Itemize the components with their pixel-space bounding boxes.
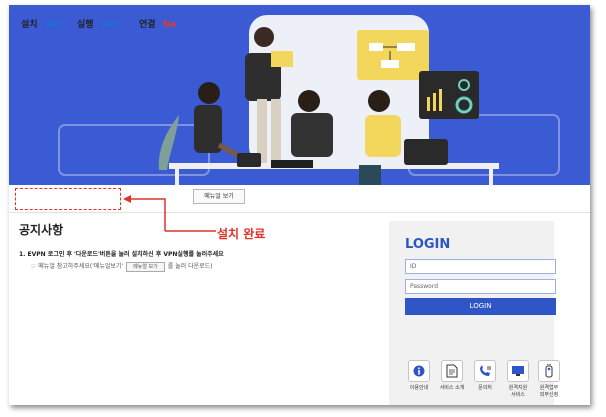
install-label: 설치 [21,20,38,30]
login-panel: LOGIN ID Password LOGIN 이용안내 서비스 소개 문의처 [389,221,560,405]
hero-banner [9,5,590,185]
service-label: 원격업무 외부신청 [539,385,559,398]
login-title: LOGIN [405,237,451,252]
run-value: Yes [100,20,118,30]
connect-status: 연결 No [139,17,176,30]
run-label: 실행 [77,20,94,30]
service-label: 서비스 소개 [439,385,465,391]
page-frame: 설치 Yes 실행 Yes 연결 No 메뉴얼 보기 설치 완료 공지사항 1.… [9,5,590,405]
id-input[interactable]: ID [405,259,556,274]
callout-arrow [123,195,216,232]
connect-value: No [162,20,177,30]
install-complete-callout: 설치 완료 [217,227,266,241]
status-highlight-box [15,188,121,210]
notice-hint-suffix: 를 눌러 다운로드) [167,263,213,270]
connect-label: 연결 [139,20,156,30]
hero-illustration [58,15,560,185]
notice-manual-button[interactable]: 메뉴얼 보기 [126,261,165,272]
info-icon [408,360,430,382]
install-value: Yes [44,20,62,30]
service-intro[interactable]: 서비스 소개 [435,360,469,392]
install-status: 설치 Yes [21,17,62,30]
service-contact[interactable]: 문의처 [468,360,502,392]
service-label: 이용안내 [409,385,429,391]
service-guide[interactable]: 이용안내 [402,360,436,392]
notice-title: 공지사항 [19,223,64,237]
notice-item: 1. EVPN 로그인 후 '다운로드'버튼을 눌러 설치하신 후 VPN실행를… [19,251,224,258]
notice-hint: ☞ 메뉴얼 참고하주세요('메뉴얼보기' 메뉴얼 보기 를 눌러 다운로드) [31,261,213,272]
service-remote-support[interactable]: 원격지원 서비스 [501,360,535,399]
login-button[interactable]: LOGIN [405,298,556,315]
monitor-icon [507,360,529,382]
notice-hint-prefix: ☞ 메뉴얼 참고하주세요('메뉴얼보기' [31,263,124,270]
document-icon [441,360,463,382]
remote-icon [538,360,560,382]
service-remote-work[interactable]: 원격업무 외부신청 [532,360,566,399]
run-status: 실행 Yes [77,17,118,30]
phone-icon [474,360,496,382]
service-label: 문의처 [478,385,492,391]
password-input[interactable]: Password [405,279,556,294]
service-label: 원격지원 서비스 [508,385,528,398]
